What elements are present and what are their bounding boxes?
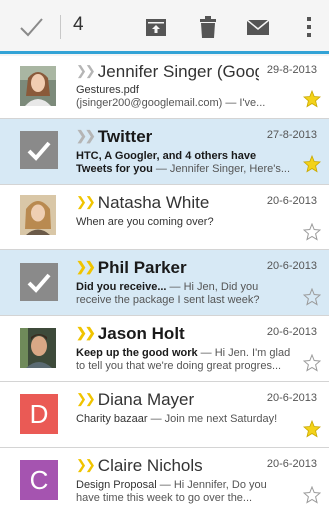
- importance-marker-icon: ❯❯: [76, 325, 96, 340]
- email-date: 20-6-2013: [266, 458, 317, 470]
- email-date: 27-8-2013: [266, 129, 317, 141]
- sender-name: ❯❯ Diana Mayer: [76, 390, 195, 409]
- checkmark-icon: [27, 141, 51, 161]
- email-row-claire-nichols[interactable]: C ❯❯ Claire Nichols 20-6-2013 Design Prop…: [0, 448, 329, 516]
- mark-unread-icon[interactable]: [245, 14, 271, 40]
- sender-name: ❯❯ Twitter: [76, 127, 153, 146]
- star-outline-icon[interactable]: [303, 354, 321, 372]
- chevron-icon: ❯❯: [76, 63, 96, 78]
- sender-name: ❯❯ Claire Nichols: [76, 456, 203, 475]
- star-outline-icon[interactable]: [303, 486, 321, 504]
- avatar: [20, 66, 56, 106]
- trash-icon[interactable]: [195, 14, 221, 40]
- importance-marker-icon: ❯❯: [76, 194, 96, 209]
- email-date: 20-6-2013: [266, 260, 317, 272]
- email-row-diana-mayer[interactable]: D ❯❯ Diana Mayer 20-6-2013 Charity bazaar…: [0, 382, 329, 448]
- email-date: 20-6-2013: [266, 195, 317, 207]
- email-row-twitter[interactable]: ❯❯ Twitter 27-8-2013 HTC, A Googler, and …: [0, 119, 329, 185]
- sender-name: ❯❯ Phil Parker: [76, 258, 187, 277]
- email-date: 29-8-2013: [266, 64, 317, 76]
- email-list-screen: { "toolbar": { "selected_count": "4", "a…: [0, 0, 329, 516]
- email-snippet: HTC, A Googler, and 4 others have Tweets…: [76, 150, 291, 175]
- importance-marker-icon: ❯❯: [76, 259, 96, 274]
- email-row-jason-holt[interactable]: ❯❯ Jason Holt 20-6-2013 Keep up the good …: [0, 316, 329, 382]
- checkmark-icon[interactable]: [18, 14, 44, 40]
- toolbar-divider: [60, 15, 61, 39]
- email-snippet: Gestures.pdf (jsinger200@googlemail.com) …: [76, 84, 266, 109]
- email-date: 20-6-2013: [266, 326, 317, 338]
- star-filled-icon[interactable]: [303, 155, 321, 173]
- importance-marker-icon: ❯❯: [76, 457, 96, 472]
- star-outline-icon[interactable]: [303, 223, 321, 241]
- selected-check-tile[interactable]: [20, 263, 58, 301]
- selected-count: 4: [73, 14, 84, 35]
- sender-name: ❯❯ Jason Holt: [76, 324, 185, 343]
- email-row-phil-parker[interactable]: ❯❯ Phil Parker 20-6-2013 Did you receive.…: [0, 250, 329, 316]
- sender-name: ❯❯ Natasha White: [76, 193, 210, 212]
- avatar: [20, 328, 56, 368]
- action-bar: 4: [0, 0, 329, 54]
- checkmark-icon: [27, 273, 51, 293]
- email-snippet: Did you receive... — Hi Jen, Did you rec…: [76, 281, 260, 306]
- email-snippet: Keep up the good work — Hi Jen. I'm glad…: [76, 347, 291, 372]
- letter-avatar: D: [20, 394, 58, 434]
- email-snippet: When are you coming over?: [76, 216, 214, 228]
- chevron-icon: ❯❯: [76, 128, 96, 143]
- selected-check-tile[interactable]: [20, 131, 58, 169]
- archive-icon[interactable]: [143, 14, 169, 40]
- email-row-natasha-white[interactable]: ❯❯ Natasha White 20-6-2013 When are you c…: [0, 185, 329, 250]
- email-date: 20-6-2013: [266, 392, 317, 404]
- overflow-menu-icon[interactable]: [296, 14, 322, 40]
- star-filled-icon[interactable]: [303, 420, 321, 438]
- email-snippet: Charity bazaar — Join me next Saturday!: [76, 413, 278, 425]
- star-outline-icon[interactable]: [303, 288, 321, 306]
- importance-marker-icon: ❯❯: [76, 391, 96, 406]
- letter-avatar: C: [20, 460, 58, 500]
- email-snippet: Design Proposal — Hi Jennifer, Do you ha…: [76, 479, 267, 504]
- avatar: [20, 195, 56, 235]
- star-filled-icon[interactable]: [303, 90, 321, 108]
- email-row-jennifer-singer[interactable]: ❯❯Jennifer Singer (Googlemail) 29-8-2013…: [0, 56, 329, 119]
- sender-name: ❯❯Jennifer Singer (Googlemail): [76, 62, 259, 81]
